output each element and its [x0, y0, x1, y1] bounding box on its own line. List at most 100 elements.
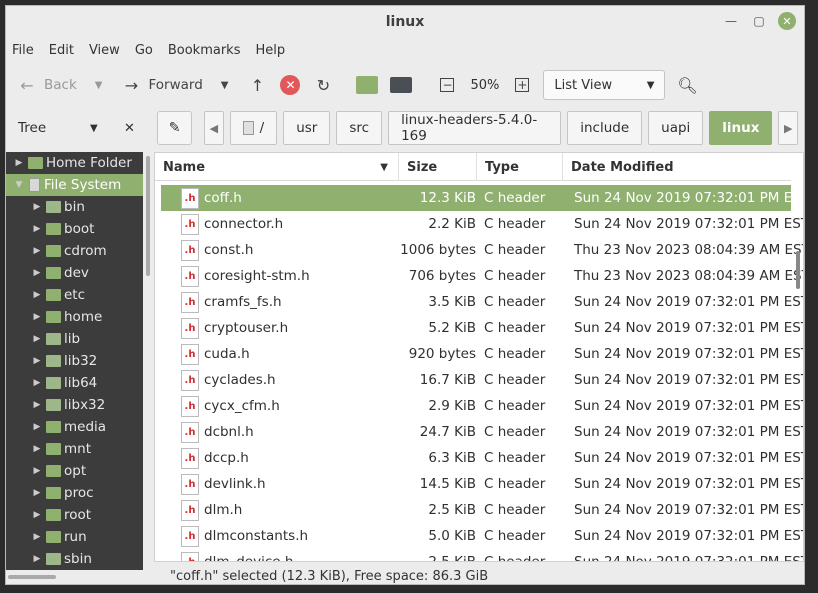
- collapsed-arrow-icon[interactable]: ▶: [32, 334, 42, 344]
- file-row[interactable]: .h cyclades.h 16.7 KiB C header Sun 24 Nov 2…: [161, 367, 803, 393]
- tree-item-lib[interactable]: ▶ lib: [6, 328, 143, 350]
- search-icon[interactable]: 🔍︎: [677, 76, 697, 95]
- file-row[interactable]: .h dlm_device.h 2.5 KiB C header Sun 24 Nov …: [161, 549, 803, 561]
- menu-help[interactable]: Help: [255, 43, 285, 58]
- file-name-cell: .h dlm.h: [161, 499, 398, 521]
- collapsed-arrow-icon[interactable]: ▶: [32, 312, 42, 322]
- forward-history-dropdown-icon[interactable]: ▼: [221, 80, 229, 91]
- file-row[interactable]: .h cycx_cfm.h 2.9 KiB C header Sun 24 Nov 20…: [161, 393, 803, 419]
- menu-view[interactable]: View: [89, 43, 120, 58]
- back-history-dropdown-icon[interactable]: ▼: [95, 80, 103, 91]
- home-button[interactable]: [356, 76, 379, 94]
- file-row[interactable]: .h dlmconstants.h 5.0 KiB C header Sun 24 No…: [161, 523, 804, 549]
- file-row[interactable]: .h cuda.h 920 bytes C header Sun 24 Nov 2019…: [161, 341, 803, 367]
- collapsed-arrow-icon[interactable]: ▶: [32, 356, 42, 366]
- computer-button[interactable]: [390, 77, 413, 93]
- toggle-location-entry-button[interactable]: ✎: [157, 111, 193, 145]
- collapsed-arrow-icon[interactable]: ▶: [32, 290, 42, 300]
- collapsed-arrow-icon[interactable]: ▶: [32, 510, 42, 520]
- side-pane-mode-dropdown-icon[interactable]: ▼: [90, 123, 98, 134]
- tree-item-home[interactable]: ▶ home: [6, 306, 143, 328]
- breadcrumb-linux[interactable]: linux: [709, 111, 773, 145]
- tree-scrollbar[interactable]: [146, 156, 150, 276]
- tree-item-media[interactable]: ▶ media: [6, 416, 143, 438]
- up-button[interactable]: ↑: [246, 76, 268, 95]
- collapsed-arrow-icon[interactable]: ▶: [32, 378, 42, 388]
- tree-item-libx32[interactable]: ▶ libx32: [6, 394, 143, 416]
- close-window-icon[interactable]: ✕: [778, 12, 796, 30]
- forward-button[interactable]: → Forward ▼: [120, 76, 234, 95]
- menu-edit[interactable]: Edit: [49, 43, 74, 58]
- file-date-modified: Sun 24 Nov 2019 07:32:01 PM EST: [574, 528, 804, 544]
- file-list-scrollbar[interactable]: [796, 251, 800, 289]
- collapsed-arrow-icon[interactable]: ▶: [32, 202, 42, 212]
- file-name: coff.h: [204, 190, 242, 206]
- breadcrumb-linux-headers-5.4.0-169[interactable]: linux-headers-5.4.0-169: [388, 111, 562, 145]
- tree-item-bin[interactable]: ▶ bin: [6, 196, 143, 218]
- tree-item-root[interactable]: ▶ root: [6, 504, 143, 526]
- collapsed-arrow-icon[interactable]: ▶: [32, 224, 42, 234]
- collapsed-arrow-icon[interactable]: ▶: [32, 532, 42, 542]
- expanded-arrow-icon[interactable]: ▼: [14, 180, 24, 190]
- tree-item-run[interactable]: ▶ run: [6, 526, 143, 548]
- tree-item-file-system[interactable]: ▼ File System: [6, 174, 143, 196]
- collapsed-arrow-icon[interactable]: ▶: [32, 400, 42, 410]
- file-row[interactable]: .h connector.h 2.2 KiB C header Sun 24 Nov 2…: [161, 211, 803, 237]
- minimize-icon[interactable]: —: [722, 12, 740, 30]
- tree-item-proc[interactable]: ▶ proc: [6, 482, 143, 504]
- tree-item-etc[interactable]: ▶ etc: [6, 284, 143, 306]
- file-row[interactable]: .h cryptouser.h 5.2 KiB C header Sun 24 Nov …: [161, 315, 803, 341]
- tree-item-lib64[interactable]: ▶ lib64: [6, 372, 143, 394]
- sort-descending-icon: ▼: [380, 161, 388, 173]
- column-name[interactable]: Name ▼: [155, 153, 399, 181]
- column-date-modified[interactable]: Date Modified: [563, 153, 791, 181]
- menu-file[interactable]: File: [12, 43, 34, 58]
- tree-item-opt[interactable]: ▶ opt: [6, 460, 143, 482]
- collapsed-arrow-icon[interactable]: ▶: [32, 466, 42, 476]
- file-row[interactable]: .h devlink.h 14.5 KiB C header Sun 24 Nov 20…: [161, 471, 803, 497]
- collapsed-arrow-icon[interactable]: ▶: [32, 444, 42, 454]
- view-mode-select[interactable]: List View ▼: [543, 70, 666, 100]
- maximize-icon[interactable]: ▢: [750, 12, 768, 30]
- back-button[interactable]: ← Back ▼: [16, 76, 108, 95]
- tree-item-home-folder[interactable]: ▶ Home Folder: [6, 152, 143, 174]
- tree-item-sbin[interactable]: ▶ sbin: [6, 548, 143, 570]
- file-row[interactable]: .h dlm.h 2.5 KiB C header Sun 24 Nov 2019 07…: [161, 497, 803, 523]
- column-type[interactable]: Type: [477, 153, 563, 181]
- path-scroll-left-button[interactable]: ◀: [204, 111, 224, 145]
- menu-bookmarks[interactable]: Bookmarks: [168, 43, 241, 58]
- collapsed-arrow-icon[interactable]: ▶: [14, 158, 24, 168]
- tree-item-mnt[interactable]: ▶ mnt: [6, 438, 143, 460]
- collapsed-arrow-icon[interactable]: ▶: [32, 488, 42, 498]
- file-row[interactable]: .h coresight-stm.h 706 bytes C header Thu 23…: [161, 263, 803, 289]
- collapsed-arrow-icon[interactable]: ▶: [32, 554, 42, 564]
- breadcrumb-usr[interactable]: usr: [283, 111, 331, 145]
- breadcrumb-uapi[interactable]: uapi: [648, 111, 704, 145]
- breadcrumb-src[interactable]: src: [336, 111, 383, 145]
- file-row[interactable]: .h cramfs_fs.h 3.5 KiB C header Sun 24 Nov 2…: [161, 289, 803, 315]
- tree-item-dev[interactable]: ▶ dev: [6, 262, 143, 284]
- reload-button[interactable]: ↻: [312, 76, 334, 95]
- tree-item-lib32[interactable]: ▶ lib32: [6, 350, 143, 372]
- menu-go[interactable]: Go: [135, 43, 153, 58]
- file-row[interactable]: .h dccp.h 6.3 KiB C header Sun 24 Nov 2019 0…: [161, 445, 803, 471]
- collapsed-arrow-icon[interactable]: ▶: [32, 268, 42, 278]
- side-pane-hscrollbar[interactable]: [8, 575, 56, 579]
- collapsed-arrow-icon[interactable]: ▶: [32, 246, 42, 256]
- side-pane-mode[interactable]: Tree: [18, 120, 46, 136]
- zoom-out-button[interactable]: −: [440, 78, 455, 92]
- tree-item-cdrom[interactable]: ▶ cdrom: [6, 240, 143, 262]
- file-name: cuda.h: [204, 346, 250, 362]
- file-row[interactable]: .h const.h 1006 bytes C header Thu 23 Nov 20…: [161, 237, 803, 263]
- close-side-pane-icon[interactable]: ✕: [124, 121, 135, 136]
- collapsed-arrow-icon[interactable]: ▶: [32, 422, 42, 432]
- stop-button[interactable]: ✕: [280, 75, 301, 95]
- column-size[interactable]: Size: [399, 153, 477, 181]
- zoom-in-button[interactable]: +: [515, 78, 530, 92]
- tree-item-boot[interactable]: ▶ boot: [6, 218, 143, 240]
- path-scroll-right-button[interactable]: ▶: [778, 111, 799, 145]
- breadcrumb-root[interactable]: /: [229, 111, 278, 145]
- file-row[interactable]: .h dcbnl.h 24.7 KiB C header Sun 24 Nov 2019…: [161, 419, 803, 445]
- breadcrumb-include[interactable]: include: [567, 111, 643, 145]
- file-row[interactable]: .h coff.h 12.3 KiB C header Sun 24 Nov 2019 …: [161, 185, 803, 211]
